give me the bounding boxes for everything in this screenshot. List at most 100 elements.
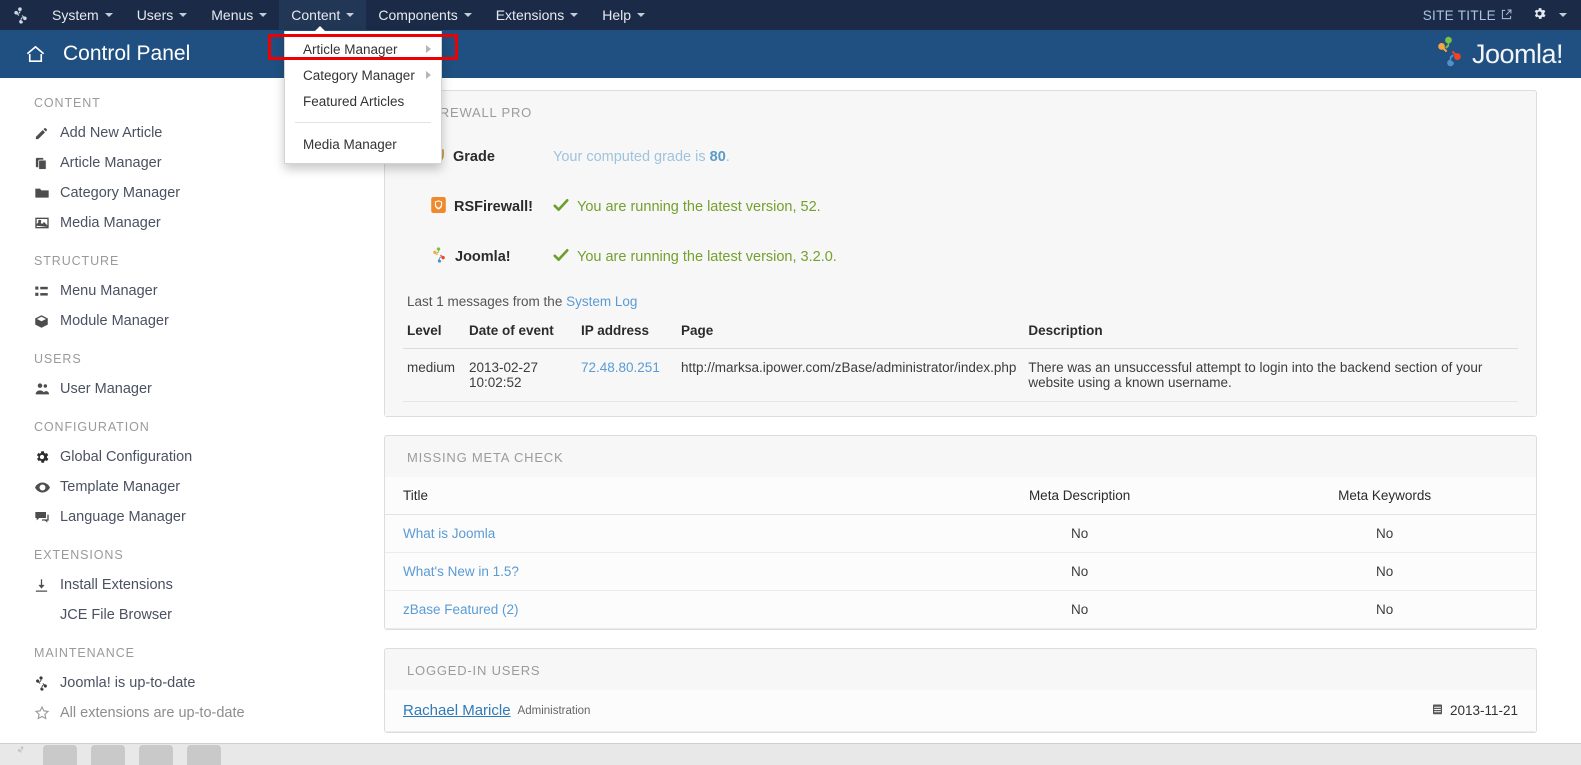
sidebar-item-install-extensions[interactable]: JCE File Browser Install Extensions — [0, 570, 370, 600]
list-item: Rachael Maricle Administration 2013-11-2… — [385, 690, 1536, 732]
meta-cell-keywords: No — [1225, 552, 1536, 591]
dropdown-caret-icon — [314, 26, 326, 32]
sidebar-item-label: All extensions are up-to-date — [60, 705, 245, 721]
chevron-down-icon — [346, 13, 355, 17]
sidebar-item-menu-manager[interactable]: Menu Manager — [0, 276, 370, 306]
rsfirewall-panel: RSFIREWALL PRO Grade Your computed grade… — [384, 90, 1537, 417]
chevron-down-icon — [570, 13, 579, 17]
page-subheader: Control Panel Joomla! — [0, 30, 1581, 78]
dropdown-divider — [295, 122, 431, 123]
joomla-logo-icon — [1434, 36, 1465, 72]
sidebar-item-language-manager[interactable]: Language Manager — [0, 502, 370, 532]
taskbar-button[interactable] — [139, 744, 173, 765]
sidebar: CONTENT Add New Article Article Manager … — [0, 78, 370, 743]
meta-title-link[interactable]: zBase Featured (2) — [403, 602, 519, 617]
nav-item-extensions[interactable]: Extensions — [484, 0, 590, 30]
log-cell-page: http://marksa.ipower.com/zBase/administr… — [677, 348, 1025, 402]
missing-meta-panel-title: MISSING META CHECK — [407, 450, 564, 465]
os-taskbar — [0, 743, 1581, 765]
taskbar-button[interactable] — [91, 744, 125, 765]
meta-col-description: Meta Description — [925, 477, 1226, 515]
sidebar-item-module-manager[interactable]: Module Manager — [0, 306, 370, 336]
nav-item-label: Content — [291, 7, 341, 23]
rsfirewall-version-label-group: RSFirewall! — [431, 197, 553, 217]
check-icon — [553, 248, 569, 266]
sidebar-item-label: Global Configuration — [60, 449, 193, 465]
sidebar-item-label: Install Extensions — [60, 577, 173, 593]
log-col-description: Description — [1024, 313, 1518, 349]
rsfirewall-panel-title: RSFIREWALL PRO — [407, 105, 533, 120]
sidebar-group-title-structure: STRUCTURE — [34, 254, 120, 268]
list-icon — [34, 284, 60, 299]
sidebar-item-joomla-up-to-date[interactable]: Joomla! is up-to-date — [0, 668, 370, 698]
sidebar-item-template-manager[interactable]: Template Manager — [0, 472, 370, 502]
meta-cell-title: What's New in 1.5? — [385, 552, 926, 591]
meta-cell-keywords: No — [1225, 590, 1536, 629]
dropdown-item-label: Article Manager — [303, 41, 398, 57]
dropdown-item-category-manager[interactable]: Category Manager — [285, 62, 441, 88]
table-row: What is Joomla No No — [385, 514, 1536, 553]
logged-in-user-link[interactable]: Rachael Maricle — [403, 702, 511, 719]
nav-item-system[interactable]: System — [40, 0, 125, 30]
system-log-intro-text: Last 1 messages from the — [407, 294, 567, 309]
meta-title-link[interactable]: What is Joomla — [403, 526, 495, 541]
chevron-right-icon — [426, 45, 431, 53]
log-col-level: Level — [403, 313, 465, 349]
table-row: What's New in 1.5? No No — [385, 552, 1536, 591]
missing-meta-table: Title Meta Description Meta Keywords Wha… — [385, 477, 1536, 629]
nav-item-components[interactable]: Components — [366, 0, 483, 30]
sidebar-item-extensions-up-to-date[interactable]: All extensions are up-to-date — [0, 698, 370, 728]
sidebar-group-title-users: USERS — [34, 352, 82, 366]
meta-cell-keywords: No — [1225, 514, 1536, 553]
sidebar-item-global-configuration[interactable]: Global Configuration — [0, 442, 370, 472]
joomla-version-label-group: Joomla! — [431, 247, 553, 267]
home-icon[interactable] — [24, 43, 47, 66]
log-ip-link[interactable]: 72.48.80.251 — [581, 360, 660, 375]
rsfirewall-grade-row: Grade Your computed grade is 80. — [403, 132, 1518, 182]
sidebar-item-media-manager[interactable]: Media Manager — [0, 208, 370, 238]
log-cell-description: There was an unsuccessful attempt to log… — [1024, 348, 1518, 402]
settings-menu-button[interactable] — [1518, 6, 1567, 24]
joomla-logo-icon — [431, 247, 447, 267]
nav-item-users[interactable]: Users — [125, 0, 200, 30]
dropdown-item-featured-articles[interactable]: Featured Articles — [285, 88, 441, 114]
dropdown-item-media-manager[interactable]: Media Manager — [285, 131, 441, 157]
meta-cell-description: No — [925, 514, 1226, 553]
site-title-link[interactable]: SITE TITLE — [1423, 8, 1512, 23]
taskbar-button[interactable] — [43, 744, 77, 765]
log-cell-ip: 72.48.80.251 — [577, 348, 677, 402]
sidebar-item-label: JCE File Browser — [60, 607, 172, 623]
check-icon — [553, 198, 569, 216]
joomla-logo-icon — [34, 675, 60, 691]
sidebar-item-category-manager[interactable]: Category Manager — [0, 178, 370, 208]
top-bar-right-group: SITE TITLE — [1423, 6, 1581, 24]
main-content-area: RSFIREWALL PRO Grade Your computed grade… — [370, 78, 1581, 743]
star-icon — [34, 705, 60, 721]
sidebar-group-title-extensions: EXTENSIONS — [34, 548, 124, 562]
nav-item-menus[interactable]: Menus — [199, 0, 279, 30]
nav-item-label: Help — [602, 7, 631, 23]
joomla-logo-icon[interactable] — [0, 0, 40, 30]
grade-text-suffix: . — [725, 149, 730, 165]
nav-item-help[interactable]: Help — [590, 0, 657, 30]
taskbar-app-icon[interactable] — [16, 745, 29, 764]
sidebar-item-label: Category Manager — [60, 185, 181, 201]
gear-icon — [34, 449, 60, 465]
rsfirewall-grade-label: Grade — [453, 149, 495, 165]
dropdown-item-label: Category Manager — [303, 67, 415, 83]
sidebar-item-jce-file-browser[interactable]: JCE File Browser — [0, 600, 370, 630]
dropdown-item-article-manager[interactable]: Article Manager — [285, 36, 441, 62]
sidebar-item-user-manager[interactable]: User Manager — [0, 374, 370, 404]
rsfirewall-panel-body: Grade Your computed grade is 80. RSFirew… — [385, 132, 1536, 416]
log-col-date: Date of event — [465, 313, 577, 349]
meta-cell-title: zBase Featured (2) — [385, 590, 926, 629]
calendar-icon — [1432, 703, 1443, 718]
meta-title-link[interactable]: What's New in 1.5? — [403, 564, 519, 579]
logged-in-user-role: Administration — [517, 704, 591, 717]
logged-in-users-panel: LOGGED-IN USERS Rachael Maricle Administ… — [384, 648, 1537, 733]
system-log-link[interactable]: System Log — [566, 294, 637, 309]
sidebar-item-label: Template Manager — [60, 479, 181, 495]
taskbar-button[interactable] — [187, 744, 221, 765]
chevron-down-icon — [104, 13, 113, 17]
system-log-header-row: Level Date of event IP address Page Desc… — [403, 313, 1518, 349]
